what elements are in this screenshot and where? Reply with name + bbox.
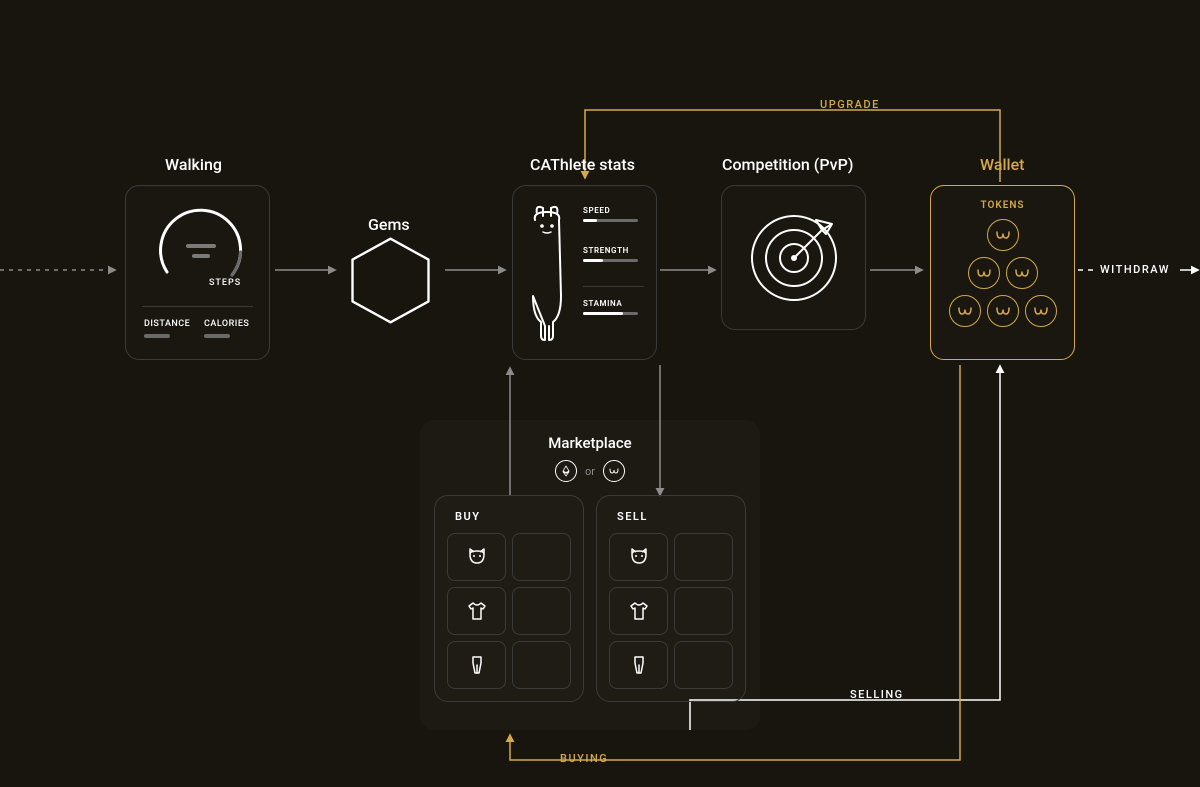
selling-flow-label: SELLING bbox=[850, 688, 904, 701]
empty-slot bbox=[674, 641, 733, 689]
steps-label: STEPS bbox=[209, 278, 241, 288]
calories-label: CALORIES bbox=[204, 319, 249, 329]
item-pants-icon bbox=[447, 641, 506, 689]
empty-slot bbox=[512, 587, 571, 635]
buy-column: BUY bbox=[434, 495, 584, 702]
token-coin-icon bbox=[1025, 295, 1057, 327]
walken-token-icon bbox=[603, 460, 625, 482]
token-coin-icon bbox=[987, 219, 1019, 251]
item-pants-icon bbox=[609, 641, 668, 689]
walking-title: Walking bbox=[165, 155, 222, 174]
eth-icon bbox=[555, 460, 577, 482]
wallet-card: TOKENS bbox=[930, 185, 1075, 360]
walking-card: STEPS DISTANCE CALORIES bbox=[125, 185, 270, 360]
item-shirt-icon bbox=[609, 587, 668, 635]
stat-strength-label: STRENGTH bbox=[583, 246, 644, 255]
empty-slot bbox=[512, 641, 571, 689]
wallet-title: Wallet bbox=[980, 155, 1025, 174]
empty-slot bbox=[674, 587, 733, 635]
upgrade-flow-label: UPGRADE bbox=[820, 98, 880, 111]
buy-label: BUY bbox=[455, 510, 571, 523]
gems-title: Gems bbox=[368, 215, 410, 234]
token-coin-icon bbox=[949, 295, 981, 327]
or-label: or bbox=[585, 465, 595, 478]
competition-card bbox=[721, 185, 866, 330]
target-icon bbox=[722, 186, 867, 331]
sell-label: SELL bbox=[617, 510, 733, 523]
gems-icon bbox=[343, 233, 438, 328]
cathlete-character-icon bbox=[523, 198, 573, 343]
sell-column: SELL bbox=[596, 495, 746, 702]
item-shirt-icon bbox=[447, 587, 506, 635]
stat-speed-label: SPEED bbox=[583, 206, 644, 215]
marketplace-panel: Marketplace or BUY SELL bbox=[420, 420, 760, 730]
empty-slot bbox=[512, 533, 571, 581]
distance-label: DISTANCE bbox=[144, 319, 190, 329]
item-cat-icon bbox=[447, 533, 506, 581]
walking-gauge-icon bbox=[142, 200, 252, 290]
marketplace-title: Marketplace bbox=[434, 434, 746, 452]
empty-slot bbox=[674, 533, 733, 581]
stat-stamina-label: STAMINA bbox=[583, 299, 644, 308]
token-coin-icon bbox=[987, 295, 1019, 327]
buying-flow-label: BUYING bbox=[560, 752, 608, 765]
token-coin-icon bbox=[1006, 257, 1038, 289]
item-cat-icon bbox=[609, 533, 668, 581]
competition-title: Competition (PvP) bbox=[722, 155, 853, 174]
tokens-label: TOKENS bbox=[931, 200, 1074, 211]
cathlete-card: SPEED STRENGTH STAMINA bbox=[512, 185, 657, 360]
withdraw-label: WITHDRAW bbox=[1100, 263, 1170, 276]
token-coin-icon bbox=[968, 257, 1000, 289]
cathlete-title: CAThlete stats bbox=[530, 155, 635, 174]
